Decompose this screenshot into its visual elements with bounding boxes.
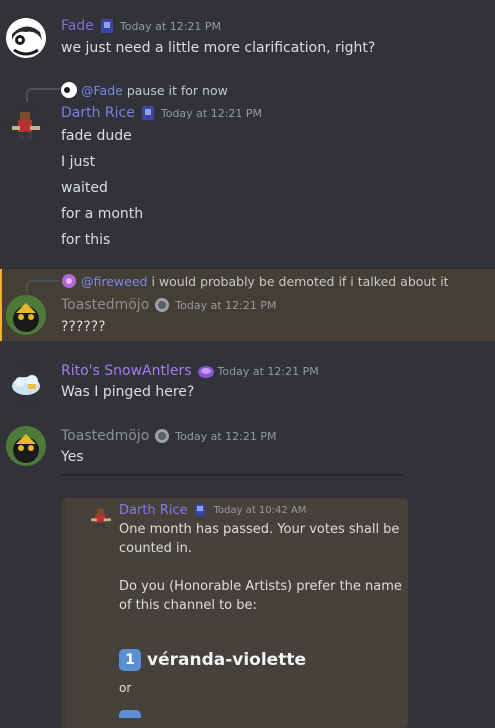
reply-preview[interactable]: @fireweed i would probably be demoted if… <box>61 273 449 289</box>
embed-author[interactable]: Darth Rice <box>119 503 188 518</box>
message-line: waited <box>61 180 108 196</box>
embed-line: counted in. <box>119 541 193 556</box>
timestamp: Today at 12:21 PM <box>217 364 319 378</box>
reply-preview[interactable]: @Fade pause it for now <box>61 82 228 98</box>
timestamp: Today at 12:21 PM <box>119 19 222 33</box>
role-badge-icon <box>140 105 156 121</box>
keycap-two-icon <box>119 710 141 718</box>
embed-or: or <box>119 681 132 695</box>
timestamp: Today at 12:21 PM <box>175 429 277 443</box>
embed-timestamp: Today at 10:42 AM <box>213 504 307 516</box>
message-line: I just <box>61 154 96 170</box>
reply-connector <box>26 280 60 294</box>
message-line: ?????? <box>61 319 106 335</box>
keycap-one-icon: 1 <box>119 649 141 671</box>
reply-connector <box>26 88 60 102</box>
message-line: fade dude <box>61 128 132 144</box>
avatar[interactable] <box>6 295 46 335</box>
timestamp: Today at 12:21 PM <box>175 298 277 312</box>
message-fade: Fade Today at 12:21 PM we just need a li… <box>0 0 495 70</box>
vote-option: véranda-violette <box>147 650 306 670</box>
role-badge-icon <box>197 363 214 379</box>
role-badge-icon <box>154 428 170 444</box>
message-line: Was I pinged here? <box>61 384 195 400</box>
reply-text: i would probably be demoted if i talked … <box>151 273 449 289</box>
author-name[interactable]: Fade <box>61 18 94 34</box>
author-name[interactable]: Darth Rice <box>61 105 135 121</box>
reply-mention[interactable]: @Fade <box>81 83 123 98</box>
message-line: we just need a little more clarification… <box>61 40 376 56</box>
reply-text: pause it for now <box>126 82 228 98</box>
avatar[interactable] <box>6 426 46 466</box>
avatar[interactable] <box>6 362 46 402</box>
message-line: for a month <box>61 206 144 222</box>
avatar[interactable] <box>6 18 46 58</box>
role-badge-icon <box>193 502 209 518</box>
avatar[interactable] <box>6 104 46 144</box>
embed-line: Do you (Honorable Artists) prefer the na… <box>119 579 402 594</box>
author-name[interactable]: Toastedmöjo <box>61 297 149 313</box>
author-name[interactable]: Toastedmöjo <box>61 428 149 444</box>
timestamp: Today at 12:21 PM <box>160 106 263 120</box>
message-line: for this <box>61 232 111 248</box>
embed-divider <box>61 474 404 486</box>
avatar <box>61 82 77 98</box>
embed-line: One month has passed. Your votes shall b… <box>119 522 400 537</box>
message-line: Yes <box>61 449 84 465</box>
role-badge-icon <box>154 297 170 313</box>
author-name[interactable]: Rito's SnowAntlers <box>61 363 192 379</box>
message-embed[interactable]: Darth Rice Today at 10:42 AM One month h… <box>61 498 408 728</box>
role-badge-icon <box>99 18 115 34</box>
reply-mention[interactable]: @fireweed <box>81 274 147 289</box>
embed-line: of this channel to be: <box>119 598 257 613</box>
avatar <box>62 274 76 288</box>
avatar[interactable] <box>87 502 115 532</box>
